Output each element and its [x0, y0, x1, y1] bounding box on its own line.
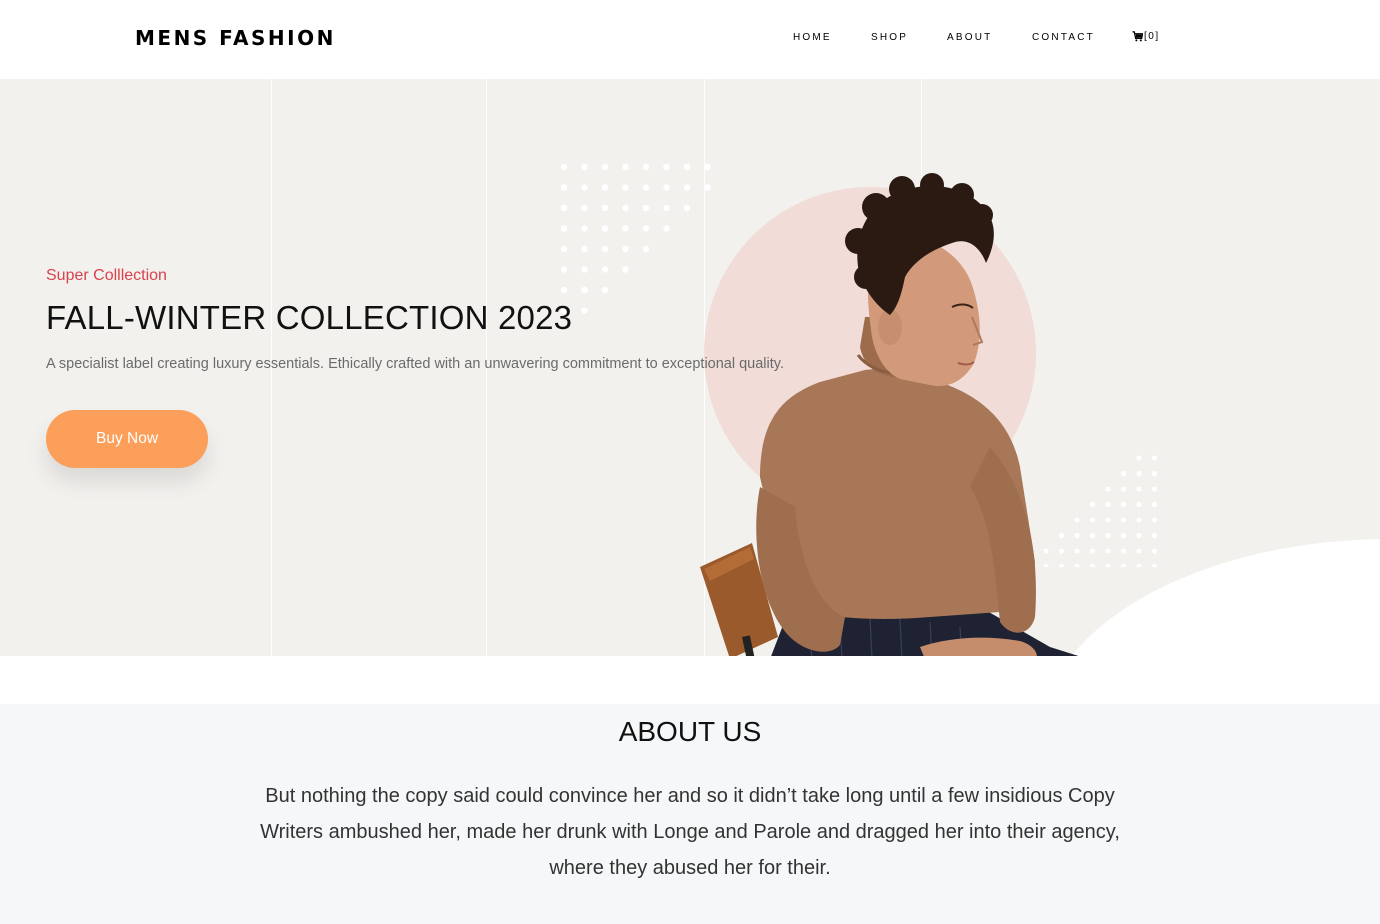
decorative-dot: [560, 163, 568, 171]
decorative-dot: [1151, 470, 1158, 477]
nav-home[interactable]: HOME: [793, 32, 832, 43]
decorative-dot: [601, 204, 609, 212]
decorative-dot: [642, 225, 650, 232]
decorative-dot: [1136, 470, 1142, 477]
decorative-dot: [581, 245, 588, 253]
decorative-dot: [1120, 501, 1127, 508]
hero-section: Super Colllection FALL-WINTER COLLECTION…: [0, 79, 1380, 656]
decorative-dot: [663, 225, 670, 232]
decorative-dot: [1136, 563, 1142, 567]
decorative-dot: [601, 245, 609, 253]
decorative-dot: [581, 266, 588, 273]
about-title: ABOUT US: [618, 716, 762, 747]
decorative-dot: [622, 204, 629, 212]
nav-shop[interactable]: SHOP: [871, 32, 908, 43]
nav-contact[interactable]: CONTACT: [1032, 32, 1095, 43]
cart-link[interactable]: [0]: [1132, 31, 1160, 42]
decorative-dot: [622, 163, 629, 171]
decorative-dot: [1120, 532, 1127, 539]
decorative-dot: [601, 225, 609, 232]
decorative-dot: [560, 245, 568, 253]
decorative-dot: [622, 245, 629, 253]
hero-title: FALL-WINTER COLLECTION 2023: [46, 299, 573, 336]
about-text: But nothing the copy said could convince…: [260, 785, 1120, 879]
decorative-dot: [1136, 455, 1142, 461]
cart-icon: [1132, 31, 1143, 42]
decorative-dot: [622, 266, 629, 273]
decorative-dot: [560, 266, 568, 273]
decorative-dot: [1151, 455, 1158, 461]
decorative-dot: [560, 286, 568, 294]
decorative-dot: [642, 245, 650, 253]
decorative-dot: [581, 204, 588, 212]
decorative-dot: [1136, 548, 1142, 554]
site-header: MENS FASHION HOME SHOP ABOUT CONTACT [0]: [0, 0, 1380, 79]
cart-count: [0]: [1144, 31, 1160, 42]
decorative-dot: [601, 163, 609, 171]
decorative-dot: [1136, 532, 1142, 539]
decorative-dot: [581, 163, 588, 171]
brand-logo[interactable]: MENS FASHION: [135, 26, 336, 50]
decorative-dot: [1151, 563, 1158, 567]
decorative-dot: [601, 286, 609, 294]
decorative-dot: [581, 307, 588, 314]
decorative-dot: [601, 184, 609, 191]
decorative-dot: [1120, 470, 1127, 477]
decorative-dot: [1136, 486, 1142, 492]
nav-about[interactable]: ABOUT: [947, 32, 992, 43]
decorative-dot: [560, 225, 568, 232]
decorative-dot: [642, 163, 650, 171]
decorative-dot: [1120, 486, 1127, 492]
about-section: ABOUT US But nothing the copy said could…: [0, 704, 1380, 924]
decorative-dot: [601, 266, 609, 273]
decorative-dot: [1151, 548, 1158, 554]
model-image: [700, 173, 1079, 656]
decorative-dot: [1136, 517, 1142, 523]
decorative-dot: [663, 204, 670, 212]
decorative-dot: [1151, 517, 1158, 523]
decorative-dot: [581, 286, 588, 294]
decorative-dot: [581, 184, 588, 191]
decorative-dot: [1136, 501, 1142, 508]
decorative-dot: [560, 204, 568, 212]
buy-now-button[interactable]: Buy Now: [46, 410, 208, 468]
decorative-dot: [642, 204, 650, 212]
decorative-dot: [581, 225, 588, 232]
hero-subtitle: Super Colllection: [46, 267, 167, 284]
decorative-dot: [560, 184, 568, 191]
decorative-dot: [1151, 532, 1158, 539]
decorative-dot: [1151, 501, 1158, 508]
decorative-dot: [663, 184, 670, 191]
decorative-dot: [1151, 486, 1158, 492]
decorative-dot: [622, 184, 629, 191]
decorative-dot: [622, 225, 629, 232]
hero-description: A specialist label creating luxury essen…: [46, 356, 784, 372]
decorative-dot: [642, 184, 650, 191]
decorative-dot: [1120, 517, 1127, 523]
decorative-dot: [663, 163, 670, 171]
decorative-dot: [1120, 563, 1127, 567]
decorative-dot: [1120, 548, 1127, 554]
